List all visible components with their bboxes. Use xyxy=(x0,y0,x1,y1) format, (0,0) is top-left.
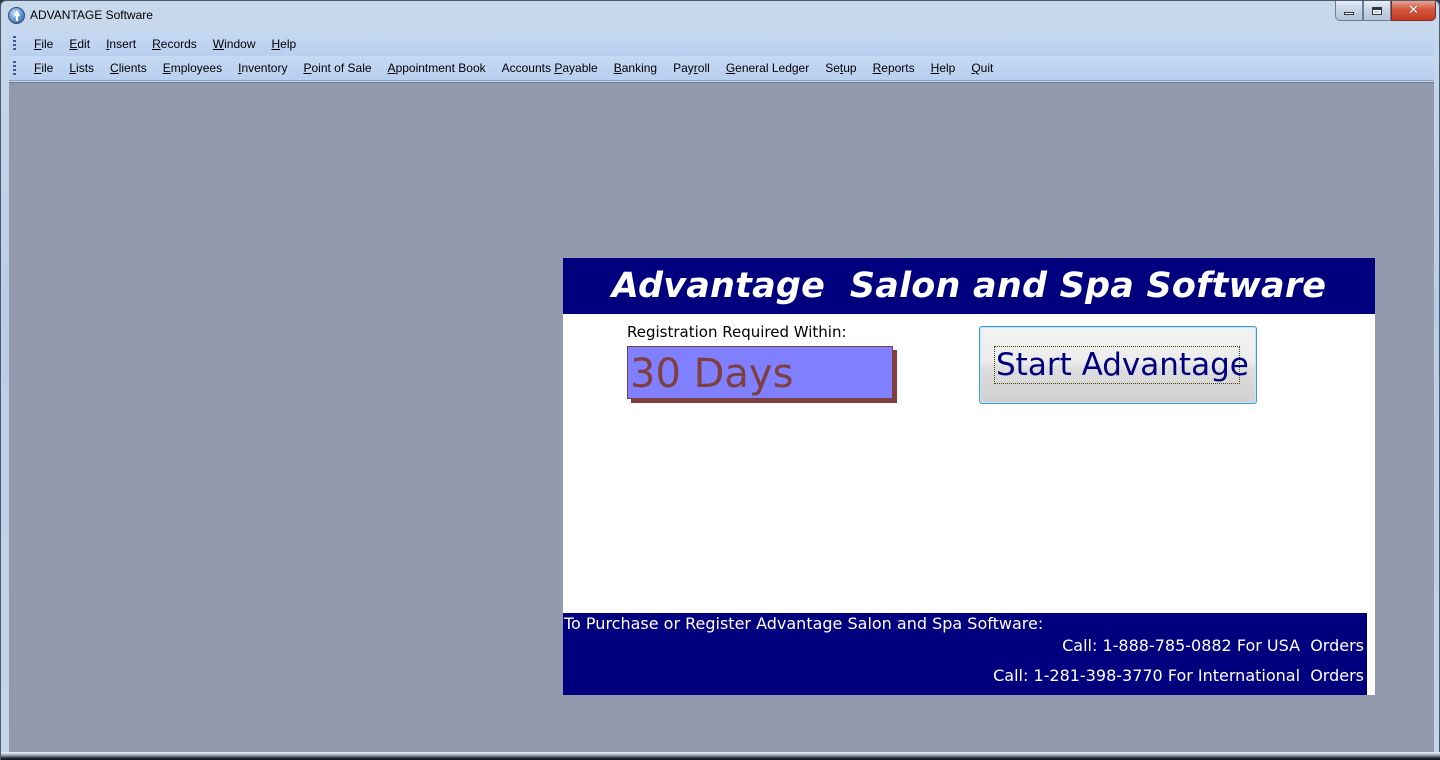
menu-label-part: elp xyxy=(280,36,297,51)
splash-header: Advantage Salon and Spa Software xyxy=(563,258,1375,314)
app-menubar: File Lists Clients Employees Inventory Point … xyxy=(9,56,1434,81)
app-menu-clients[interactable]: Clients xyxy=(102,58,155,78)
purchase-info-panel: To Purchase or Register Advantage Salon … xyxy=(563,613,1367,695)
splash-title: Advantage Salon and Spa Software xyxy=(611,266,1327,306)
app-menu-setup[interactable]: Setup xyxy=(817,58,864,78)
menu-label-part: eports xyxy=(881,61,915,75)
days-remaining-box: 30 Days xyxy=(627,346,893,399)
menu-label-part: ayable xyxy=(562,61,598,75)
usa-phone-line: Call: 1-888-785-0882 For USA Orders xyxy=(1062,636,1364,655)
menu-mnemonic: H xyxy=(930,61,940,75)
close-icon: ✕ xyxy=(1408,3,1419,18)
menu-mnemonic: E xyxy=(162,61,171,75)
splash-dialog: Advantage Salon and Spa Software Registr… xyxy=(563,258,1375,695)
app-menu-payroll[interactable]: Payroll xyxy=(665,58,718,78)
menu-mnemonic: C xyxy=(110,61,119,75)
app-menu-point-of-sale[interactable]: Point of Sale xyxy=(295,58,379,78)
menu-label-part: ile xyxy=(41,36,54,51)
menu-label-part: ile xyxy=(41,61,54,75)
menu-label-part: anking xyxy=(621,61,658,75)
menu-mnemonic: B xyxy=(613,61,622,75)
menu-label-part: nventory xyxy=(241,61,288,75)
menu-label-part: ppointment Book xyxy=(395,61,486,75)
menu-edit[interactable]: Edit xyxy=(61,34,98,54)
menu-label-part: indow xyxy=(224,36,256,51)
app-menu-quit[interactable]: Quit xyxy=(963,58,1001,78)
menu-file[interactable]: File xyxy=(26,34,61,54)
menu-records[interactable]: Records xyxy=(144,34,205,54)
menu-label-part: ecords xyxy=(160,36,197,51)
menu-label-part: up xyxy=(843,61,857,75)
menu-window[interactable]: Window xyxy=(205,34,264,54)
primary-menubar: File Edit Insert Records Window Help xyxy=(9,31,1434,56)
toolbar-grip-handle[interactable] xyxy=(13,60,16,76)
restore-button[interactable] xyxy=(1363,1,1391,21)
registration-label: Registration Required Within: xyxy=(627,323,847,341)
app-menu-file[interactable]: File xyxy=(26,58,61,78)
menu-label-part: eneral Ledger xyxy=(735,61,810,75)
days-remaining-value: 30 Days xyxy=(630,351,794,397)
menu-mnemonic: R xyxy=(872,61,882,75)
menu-mnemonic: R xyxy=(152,36,161,51)
app-window: ADVANTAGE Software ✕ File Edit Insert Recor… xyxy=(0,0,1440,760)
menu-label-part: dit xyxy=(77,36,91,51)
menu-mnemonic: G xyxy=(725,61,736,75)
close-button[interactable]: ✕ xyxy=(1391,1,1436,21)
app-menu-accounts-payable[interactable]: Accounts Payable xyxy=(494,58,606,78)
minimize-icon xyxy=(1344,12,1354,15)
purchase-heading: To Purchase or Register Advantage Salon … xyxy=(564,614,1044,633)
menu-mnemonic: P xyxy=(303,61,312,75)
toolbar-grip-handle[interactable] xyxy=(13,36,16,51)
window-title: ADVANTAGE Software xyxy=(30,8,153,22)
menu-label-part: elp xyxy=(939,61,956,75)
menu-label-part: oint of Sale xyxy=(311,61,372,75)
app-menu-employees[interactable]: Employees xyxy=(155,58,230,78)
menu-label-part: ists xyxy=(76,61,95,75)
minimize-button[interactable] xyxy=(1335,1,1363,21)
menu-insert[interactable]: Insert xyxy=(98,34,144,54)
app-menu-general-ledger[interactable]: General Ledger xyxy=(718,58,817,78)
intl-phone-line: Call: 1-281-398-3770 For International O… xyxy=(993,666,1364,685)
app-menu-appointment-book[interactable]: Appointment Book xyxy=(380,58,494,78)
menu-label-part: Pay xyxy=(673,61,694,75)
menu-label-part: oll xyxy=(697,61,710,75)
app-menu-banking[interactable]: Banking xyxy=(606,58,665,78)
app-menu-help[interactable]: Help xyxy=(923,58,964,78)
window-controls: ✕ xyxy=(1335,1,1436,21)
window-bottom-border xyxy=(1,752,1440,760)
app-menu-reports[interactable]: Reports xyxy=(865,58,923,78)
app-logo-icon[interactable] xyxy=(8,7,25,24)
restore-icon xyxy=(1372,6,1382,15)
title-bar[interactable]: ADVANTAGE Software ✕ xyxy=(1,1,1440,31)
menu-label-part: lients xyxy=(118,61,147,75)
app-menu-lists[interactable]: Lists xyxy=(61,58,102,78)
menu-label-part: Se xyxy=(825,61,840,75)
menu-label-part: Accounts xyxy=(501,61,555,75)
menu-help[interactable]: Help xyxy=(263,34,304,54)
menu-label-part: uit xyxy=(980,61,994,75)
app-menu-inventory[interactable]: Inventory xyxy=(230,58,295,78)
start-advantage-label: Start Advantage xyxy=(996,347,1249,383)
menu-label-part: mployees xyxy=(170,61,223,75)
menu-mnemonic: H xyxy=(271,36,281,51)
menu-mnemonic: W xyxy=(212,36,225,51)
menu-label-part: nsert xyxy=(109,36,137,51)
start-advantage-button[interactable]: Start Advantage xyxy=(979,326,1257,404)
menu-mnemonic: A xyxy=(387,61,396,75)
menu-mnemonic: Q xyxy=(971,61,981,75)
